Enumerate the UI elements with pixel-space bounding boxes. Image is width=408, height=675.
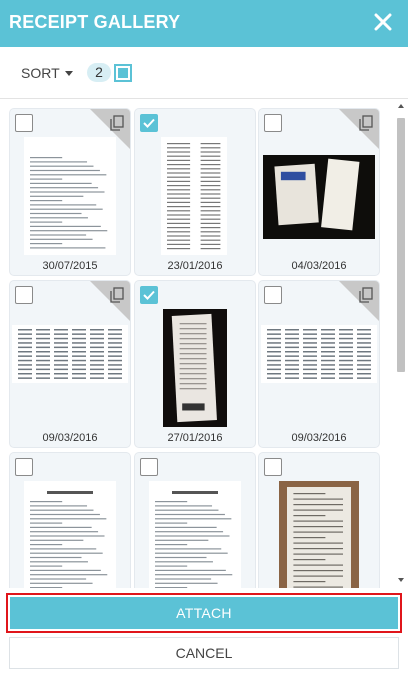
receipt-tile[interactable]: 23/01/2016 — [135, 109, 255, 275]
receipt-tile[interactable] — [10, 453, 130, 588]
sort-dropdown[interactable]: SORT — [21, 65, 73, 81]
caret-down-icon — [64, 70, 73, 76]
receipt-date: 23/01/2016 — [167, 260, 223, 272]
dialog-header: RECEIPT GALLERY — [0, 0, 408, 47]
gallery-toolbar: SORT 2 — [0, 47, 408, 99]
receipt-tile[interactable]: 09/03/2016 — [259, 281, 379, 447]
receipt-checkbox[interactable] — [140, 114, 158, 132]
receipt-tile[interactable]: 04/03/2016 — [259, 109, 379, 275]
receipt-thumbnail — [161, 137, 227, 255]
receipt-thumbnail — [24, 481, 116, 588]
receipt-tile[interactable]: 09/03/2016 — [10, 281, 130, 447]
dialog-title: RECEIPT GALLERY — [9, 12, 181, 32]
receipt-thumbnail — [163, 309, 227, 427]
receipt-tile[interactable] — [259, 453, 379, 588]
receipt-tile[interactable]: 27/01/2016 — [135, 281, 255, 447]
receipt-thumbnail — [263, 155, 375, 239]
sort-label: SORT — [21, 65, 60, 81]
select-all-checkbox[interactable] — [114, 64, 132, 82]
receipt-checkbox[interactable] — [264, 286, 282, 304]
receipt-date: 04/03/2016 — [291, 260, 347, 272]
receipt-checkbox[interactable] — [264, 114, 282, 132]
receipt-checkbox[interactable] — [15, 114, 33, 132]
receipt-thumbnail — [24, 137, 116, 255]
receipt-checkbox[interactable] — [15, 458, 33, 476]
receipt-gallery-dialog: RECEIPT GALLERY SORT 2 30/07/2015 23/01/2… — [0, 0, 408, 675]
scroll-down-arrow-icon[interactable] — [398, 578, 404, 582]
attach-button-label: ATTACH — [10, 597, 398, 629]
receipt-date: 09/03/2016 — [42, 432, 98, 444]
cancel-button[interactable]: CANCEL — [9, 637, 399, 669]
receipt-thumbnail — [149, 481, 241, 588]
receipt-thumbnail — [279, 481, 359, 588]
receipt-checkbox[interactable] — [140, 458, 158, 476]
gallery-scrollbar[interactable] — [396, 102, 406, 584]
receipt-checkbox[interactable] — [15, 286, 33, 304]
close-icon[interactable] — [372, 11, 394, 33]
receipt-checkbox[interactable] — [140, 286, 158, 304]
copy-icon[interactable] — [359, 287, 373, 303]
receipt-date: 30/07/2015 — [42, 260, 98, 272]
check-icon — [143, 290, 155, 300]
receipt-checkbox[interactable] — [264, 458, 282, 476]
attach-button[interactable]: ATTACH — [6, 593, 402, 633]
copy-icon[interactable] — [359, 115, 373, 131]
receipt-grid: 30/07/2015 23/01/2016 04/03/2016 09/03/2016… — [0, 100, 408, 588]
copy-icon[interactable] — [110, 115, 124, 131]
receipt-thumbnail — [12, 325, 128, 383]
receipt-thumbnail — [261, 325, 377, 383]
selected-count-badge: 2 — [87, 63, 111, 82]
receipt-date: 09/03/2016 — [291, 432, 347, 444]
copy-icon[interactable] — [110, 287, 124, 303]
scrollbar-thumb[interactable] — [397, 118, 405, 372]
receipt-tile[interactable] — [135, 453, 255, 588]
receipt-date: 27/01/2016 — [167, 432, 223, 444]
scroll-up-arrow-icon[interactable] — [398, 104, 404, 108]
check-icon — [143, 118, 155, 128]
receipt-tile[interactable]: 30/07/2015 — [10, 109, 130, 275]
